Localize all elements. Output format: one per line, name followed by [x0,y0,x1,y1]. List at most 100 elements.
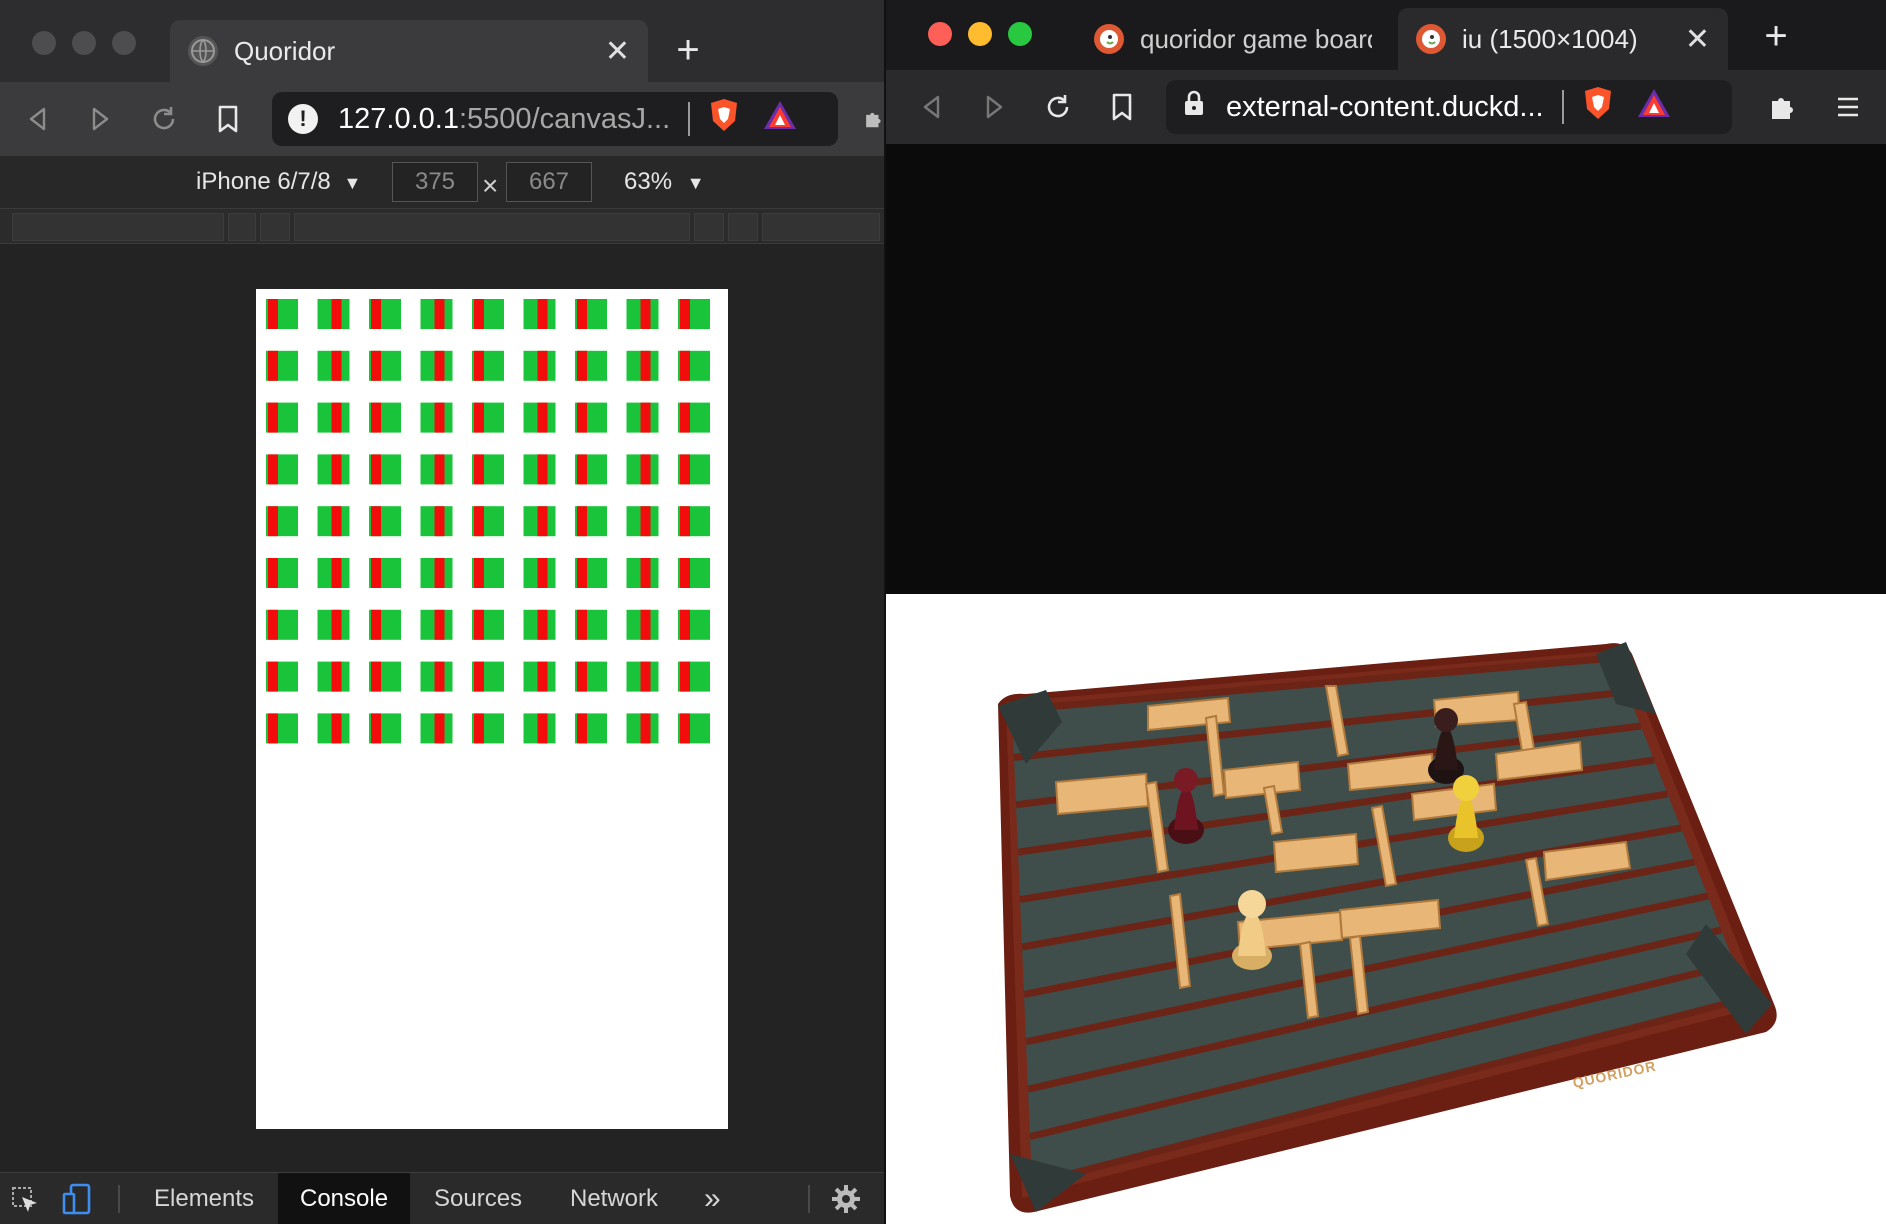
canvas-wall [268,402,278,433]
quoridor-canvas[interactable] [256,289,728,1129]
canvas-wall [371,299,381,329]
canvas-wall [640,713,651,744]
image-viewer-background [886,144,1886,594]
dimension-times: × [482,170,499,201]
zoom-window-button[interactable] [1008,22,1032,46]
tab-elements[interactable]: Elements [132,1173,276,1224]
bookmark-icon[interactable] [1102,87,1142,127]
canvas-wall [680,558,690,588]
extensions-icon[interactable] [862,99,884,139]
canvas-wall [474,609,484,640]
address-bar[interactable]: external-content.duckd... [1166,80,1732,134]
zoom-window-button[interactable] [112,31,136,55]
close-window-button[interactable] [32,31,56,55]
canvas-wall [371,506,381,537]
forward-icon[interactable] [974,87,1014,127]
brave-shield-icon[interactable] [708,97,740,141]
canvas-wall [331,299,342,329]
brave-shield-icon[interactable] [1582,85,1614,129]
forward-icon[interactable] [80,99,120,139]
left-toolbar: ! 127.0.0.1:5500/canvasJ... [0,82,884,156]
viewport-width-input[interactable]: 375 [392,162,478,202]
device-screen [256,289,728,1129]
brave-rewards-icon[interactable] [762,99,798,139]
ruler-segment [12,213,224,241]
right-toolbar: external-content.duckd... [886,70,1886,144]
tab-quoridor[interactable]: Quoridor ✕ [170,20,648,82]
menu-icon[interactable] [1828,87,1868,127]
reload-icon[interactable] [1038,87,1078,127]
close-tab-icon[interactable]: ✕ [1685,22,1710,57]
canvas-wall [577,713,587,744]
canvas-wall [680,350,690,381]
info-icon[interactable]: ! [288,104,318,134]
right-tab-strip: quoridor game board a iu (1500×1004) ✕ + [886,0,1886,70]
devtools-tab-bar: Elements Console Sources Network » [0,1172,884,1224]
canvas-wall [537,558,548,588]
extensions-icon[interactable] [1762,87,1802,127]
url-divider [688,102,691,136]
ruler-segment [228,213,256,241]
canvas-wall [331,558,342,588]
inspect-element-icon[interactable] [10,1185,40,1222]
brave-rewards-icon[interactable] [1636,87,1672,127]
canvas-wall [537,350,548,381]
more-tabs-button[interactable]: » [682,1173,743,1224]
tab-image[interactable]: iu (1500×1004) ✕ [1398,8,1728,70]
canvas-wall [268,350,278,381]
device-select[interactable]: iPhone 6/7/8 ▼ [196,168,361,196]
canvas-wall [680,454,690,485]
device-toggle-icon[interactable] [62,1183,92,1222]
canvas-wall [371,350,381,381]
url-host: 127.0.0.1 [338,102,459,135]
canvas-wall [640,609,651,640]
close-tab-icon[interactable]: ✕ [605,34,630,69]
canvas-wall [331,350,342,381]
reload-icon[interactable] [144,99,184,139]
devtools-divider [808,1185,810,1213]
canvas-wall [268,713,278,744]
ruler-segment [762,213,880,241]
tab-sources[interactable]: Sources [412,1173,544,1224]
canvas-wall [434,558,445,588]
back-icon[interactable] [912,87,952,127]
media-query-bar[interactable] [0,208,884,244]
canvas-wall [537,454,548,485]
back-icon[interactable] [18,99,58,139]
dropdown-arrow-icon: ▼ [343,173,362,193]
canvas-wall [434,713,445,744]
canvas-wall [331,713,342,744]
lock-icon[interactable] [1182,89,1206,125]
canvas-wall [371,558,381,588]
canvas-wall [434,506,445,537]
tab-network[interactable]: Network [548,1173,680,1224]
canvas-wall [680,661,690,692]
canvas-wall [331,402,342,433]
settings-gear-icon[interactable] [830,1183,862,1222]
duckduckgo-icon [1094,24,1124,54]
canvas-wall [640,558,651,588]
right-browser-window: quoridor game board a iu (1500×1004) ✕ + [884,0,1886,1224]
new-tab-button[interactable]: + [668,22,708,78]
canvas-wall [434,661,445,692]
minimize-window-button[interactable] [72,31,96,55]
canvas-wall [680,402,690,433]
tab-console[interactable]: Console [278,1173,411,1224]
tab-quoridor-search[interactable]: quoridor game board a [1076,8,1390,70]
zoom-select[interactable]: 63% ▼ [624,168,705,196]
address-bar[interactable]: ! 127.0.0.1:5500/canvasJ... [272,92,838,146]
ruler-segment [728,213,758,241]
new-tab-button[interactable]: + [1756,8,1796,64]
minimize-window-button[interactable] [968,22,992,46]
canvas-wall [434,402,445,433]
duckduckgo-icon [1416,24,1446,54]
bookmark-icon[interactable] [208,99,248,139]
close-window-button[interactable] [928,22,952,46]
canvas-wall [537,713,548,744]
device-toolbar: iPhone 6/7/8 ▼ 375 × 667 63% ▼ [0,156,884,208]
canvas-wall [371,713,381,744]
canvas-wall [474,454,484,485]
tab-title: quoridor game board a [1140,23,1372,54]
viewport-height-input[interactable]: 667 [506,162,592,202]
canvas-wall [680,299,690,329]
